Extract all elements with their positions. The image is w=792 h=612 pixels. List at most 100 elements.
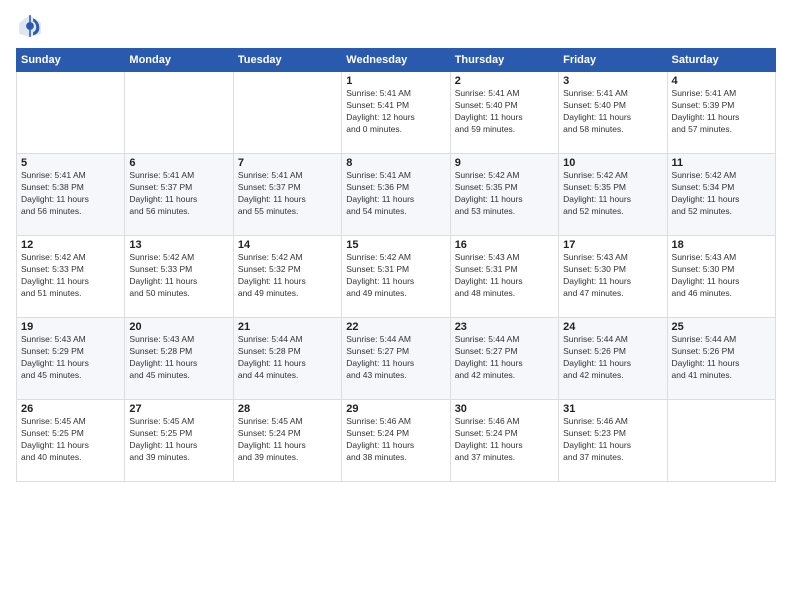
- calendar-cell: 12Sunrise: 5:42 AMSunset: 5:33 PMDayligh…: [17, 236, 125, 318]
- calendar-cell: 25Sunrise: 5:44 AMSunset: 5:26 PMDayligh…: [667, 318, 775, 400]
- day-number: 21: [238, 321, 337, 333]
- day-number: 1: [346, 75, 445, 87]
- logo-icon: [16, 12, 44, 40]
- day-info: Sunrise: 5:42 AMSunset: 5:33 PMDaylight:…: [21, 252, 120, 300]
- calendar-cell: 28Sunrise: 5:45 AMSunset: 5:24 PMDayligh…: [233, 400, 341, 482]
- day-info: Sunrise: 5:45 AMSunset: 5:25 PMDaylight:…: [129, 416, 228, 464]
- calendar-cell: 23Sunrise: 5:44 AMSunset: 5:27 PMDayligh…: [450, 318, 558, 400]
- day-info: Sunrise: 5:45 AMSunset: 5:25 PMDaylight:…: [21, 416, 120, 464]
- day-info: Sunrise: 5:45 AMSunset: 5:24 PMDaylight:…: [238, 416, 337, 464]
- day-number: 15: [346, 239, 445, 251]
- calendar-cell: 14Sunrise: 5:42 AMSunset: 5:32 PMDayligh…: [233, 236, 341, 318]
- day-info: Sunrise: 5:46 AMSunset: 5:23 PMDaylight:…: [563, 416, 662, 464]
- weekday-header-friday: Friday: [559, 49, 667, 72]
- calendar-cell: 17Sunrise: 5:43 AMSunset: 5:30 PMDayligh…: [559, 236, 667, 318]
- day-number: 10: [563, 157, 662, 169]
- day-number: 11: [672, 157, 771, 169]
- calendar-cell: 2Sunrise: 5:41 AMSunset: 5:40 PMDaylight…: [450, 72, 558, 154]
- day-info: Sunrise: 5:42 AMSunset: 5:35 PMDaylight:…: [563, 170, 662, 218]
- calendar-cell: 13Sunrise: 5:42 AMSunset: 5:33 PMDayligh…: [125, 236, 233, 318]
- calendar-cell: [667, 400, 775, 482]
- weekday-header-tuesday: Tuesday: [233, 49, 341, 72]
- day-number: 5: [21, 157, 120, 169]
- calendar-cell: 11Sunrise: 5:42 AMSunset: 5:34 PMDayligh…: [667, 154, 775, 236]
- calendar-cell: [233, 72, 341, 154]
- day-number: 16: [455, 239, 554, 251]
- day-number: 13: [129, 239, 228, 251]
- calendar-table: SundayMondayTuesdayWednesdayThursdayFrid…: [16, 48, 776, 482]
- calendar-cell: 16Sunrise: 5:43 AMSunset: 5:31 PMDayligh…: [450, 236, 558, 318]
- calendar-cell: 19Sunrise: 5:43 AMSunset: 5:29 PMDayligh…: [17, 318, 125, 400]
- day-info: Sunrise: 5:46 AMSunset: 5:24 PMDaylight:…: [346, 416, 445, 464]
- day-number: 30: [455, 403, 554, 415]
- calendar-cell: 7Sunrise: 5:41 AMSunset: 5:37 PMDaylight…: [233, 154, 341, 236]
- calendar-cell: 27Sunrise: 5:45 AMSunset: 5:25 PMDayligh…: [125, 400, 233, 482]
- calendar-cell: 21Sunrise: 5:44 AMSunset: 5:28 PMDayligh…: [233, 318, 341, 400]
- day-info: Sunrise: 5:42 AMSunset: 5:33 PMDaylight:…: [129, 252, 228, 300]
- day-info: Sunrise: 5:41 AMSunset: 5:40 PMDaylight:…: [563, 88, 662, 136]
- calendar-cell: 1Sunrise: 5:41 AMSunset: 5:41 PMDaylight…: [342, 72, 450, 154]
- logo: [16, 12, 48, 40]
- day-number: 25: [672, 321, 771, 333]
- day-number: 12: [21, 239, 120, 251]
- week-row-5: 26Sunrise: 5:45 AMSunset: 5:25 PMDayligh…: [17, 400, 776, 482]
- day-number: 9: [455, 157, 554, 169]
- weekday-header-thursday: Thursday: [450, 49, 558, 72]
- week-row-4: 19Sunrise: 5:43 AMSunset: 5:29 PMDayligh…: [17, 318, 776, 400]
- day-info: Sunrise: 5:41 AMSunset: 5:41 PMDaylight:…: [346, 88, 445, 136]
- calendar-cell: 6Sunrise: 5:41 AMSunset: 5:37 PMDaylight…: [125, 154, 233, 236]
- day-info: Sunrise: 5:41 AMSunset: 5:37 PMDaylight:…: [238, 170, 337, 218]
- day-number: 26: [21, 403, 120, 415]
- day-info: Sunrise: 5:42 AMSunset: 5:34 PMDaylight:…: [672, 170, 771, 218]
- day-info: Sunrise: 5:44 AMSunset: 5:27 PMDaylight:…: [346, 334, 445, 382]
- day-number: 4: [672, 75, 771, 87]
- day-number: 23: [455, 321, 554, 333]
- day-number: 18: [672, 239, 771, 251]
- calendar-cell: 29Sunrise: 5:46 AMSunset: 5:24 PMDayligh…: [342, 400, 450, 482]
- week-row-2: 5Sunrise: 5:41 AMSunset: 5:38 PMDaylight…: [17, 154, 776, 236]
- calendar-cell: 3Sunrise: 5:41 AMSunset: 5:40 PMDaylight…: [559, 72, 667, 154]
- day-number: 22: [346, 321, 445, 333]
- day-number: 31: [563, 403, 662, 415]
- day-number: 6: [129, 157, 228, 169]
- day-number: 7: [238, 157, 337, 169]
- page: SundayMondayTuesdayWednesdayThursdayFrid…: [0, 0, 792, 612]
- calendar-cell: [125, 72, 233, 154]
- day-number: 27: [129, 403, 228, 415]
- day-info: Sunrise: 5:42 AMSunset: 5:31 PMDaylight:…: [346, 252, 445, 300]
- weekday-header-monday: Monday: [125, 49, 233, 72]
- calendar-cell: 9Sunrise: 5:42 AMSunset: 5:35 PMDaylight…: [450, 154, 558, 236]
- day-info: Sunrise: 5:46 AMSunset: 5:24 PMDaylight:…: [455, 416, 554, 464]
- calendar-cell: 15Sunrise: 5:42 AMSunset: 5:31 PMDayligh…: [342, 236, 450, 318]
- day-number: 20: [129, 321, 228, 333]
- calendar-cell: 24Sunrise: 5:44 AMSunset: 5:26 PMDayligh…: [559, 318, 667, 400]
- day-info: Sunrise: 5:44 AMSunset: 5:28 PMDaylight:…: [238, 334, 337, 382]
- day-info: Sunrise: 5:41 AMSunset: 5:40 PMDaylight:…: [455, 88, 554, 136]
- day-number: 28: [238, 403, 337, 415]
- day-number: 19: [21, 321, 120, 333]
- calendar-cell: 31Sunrise: 5:46 AMSunset: 5:23 PMDayligh…: [559, 400, 667, 482]
- calendar-cell: 5Sunrise: 5:41 AMSunset: 5:38 PMDaylight…: [17, 154, 125, 236]
- day-number: 2: [455, 75, 554, 87]
- day-info: Sunrise: 5:43 AMSunset: 5:30 PMDaylight:…: [672, 252, 771, 300]
- day-number: 3: [563, 75, 662, 87]
- calendar-cell: 10Sunrise: 5:42 AMSunset: 5:35 PMDayligh…: [559, 154, 667, 236]
- calendar-cell: 8Sunrise: 5:41 AMSunset: 5:36 PMDaylight…: [342, 154, 450, 236]
- day-number: 14: [238, 239, 337, 251]
- calendar-cell: 4Sunrise: 5:41 AMSunset: 5:39 PMDaylight…: [667, 72, 775, 154]
- day-info: Sunrise: 5:43 AMSunset: 5:29 PMDaylight:…: [21, 334, 120, 382]
- day-info: Sunrise: 5:44 AMSunset: 5:27 PMDaylight:…: [455, 334, 554, 382]
- day-info: Sunrise: 5:41 AMSunset: 5:38 PMDaylight:…: [21, 170, 120, 218]
- week-row-1: 1Sunrise: 5:41 AMSunset: 5:41 PMDaylight…: [17, 72, 776, 154]
- calendar-cell: 20Sunrise: 5:43 AMSunset: 5:28 PMDayligh…: [125, 318, 233, 400]
- weekday-header-row: SundayMondayTuesdayWednesdayThursdayFrid…: [17, 49, 776, 72]
- day-info: Sunrise: 5:44 AMSunset: 5:26 PMDaylight:…: [563, 334, 662, 382]
- calendar-cell: 18Sunrise: 5:43 AMSunset: 5:30 PMDayligh…: [667, 236, 775, 318]
- header: [16, 12, 776, 40]
- day-info: Sunrise: 5:43 AMSunset: 5:30 PMDaylight:…: [563, 252, 662, 300]
- day-info: Sunrise: 5:41 AMSunset: 5:39 PMDaylight:…: [672, 88, 771, 136]
- calendar-cell: 22Sunrise: 5:44 AMSunset: 5:27 PMDayligh…: [342, 318, 450, 400]
- day-info: Sunrise: 5:43 AMSunset: 5:28 PMDaylight:…: [129, 334, 228, 382]
- day-info: Sunrise: 5:42 AMSunset: 5:35 PMDaylight:…: [455, 170, 554, 218]
- day-info: Sunrise: 5:41 AMSunset: 5:36 PMDaylight:…: [346, 170, 445, 218]
